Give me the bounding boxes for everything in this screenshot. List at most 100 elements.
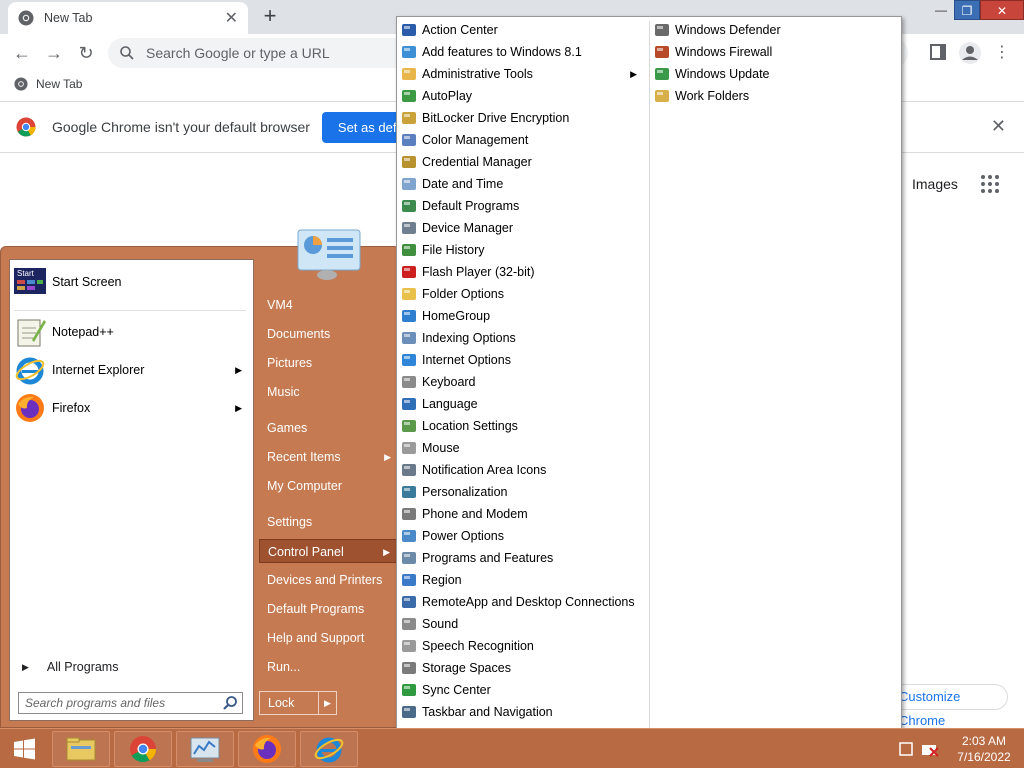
pinned-label: Firefox — [52, 401, 91, 415]
back-arrow-icon[interactable]: ← — [10, 41, 34, 65]
taskbar-clock[interactable]: 2:03 AM 7/16/2022 — [950, 733, 1018, 765]
cp-item[interactable]: Mouse — [401, 437, 645, 459]
side-panel-icon[interactable] — [930, 44, 946, 60]
search-icon[interactable] — [222, 695, 238, 711]
cp-item[interactable]: BitLocker Drive Encryption — [401, 107, 645, 129]
minimize-icon[interactable]: — — [928, 0, 954, 20]
cp-item-label: Programs and Features — [422, 551, 554, 565]
start-link-devices-printers[interactable]: Devices and Printers — [259, 568, 397, 592]
cp-item[interactable]: Device Manager — [401, 217, 645, 239]
cp-item[interactable]: Credential Manager — [401, 151, 645, 173]
cp-item[interactable]: Power Options — [401, 525, 645, 547]
cp-item[interactable]: HomeGroup — [401, 305, 645, 327]
system-tray-icons[interactable] — [898, 739, 942, 759]
start-link-label: VM4 — [267, 298, 293, 312]
reload-icon[interactable]: ↻ — [74, 41, 98, 65]
start-link-label: Run... — [267, 660, 301, 674]
taskbar-internet-explorer[interactable] — [300, 731, 358, 767]
ntp-images-link[interactable]: Images — [912, 176, 958, 192]
start-link-music[interactable]: Music — [259, 380, 397, 404]
cp-item[interactable]: Keyboard — [401, 371, 645, 393]
menu-kebab-icon[interactable]: ⋮ — [994, 42, 1010, 62]
cp-item[interactable]: Work Folders — [654, 85, 898, 107]
cp-item[interactable]: Color Management — [401, 129, 645, 151]
cp-item-label: Speech Recognition — [422, 639, 534, 653]
control-panel-applet-icon — [402, 244, 416, 256]
cp-item[interactable]: Indexing Options — [401, 327, 645, 349]
taskbar-chrome[interactable] — [114, 731, 172, 767]
cp-item[interactable]: Phone and Modem — [401, 503, 645, 525]
cp-item[interactable]: Windows Update — [654, 63, 898, 85]
cp-item[interactable]: Programs and Features — [401, 547, 645, 569]
cp-item[interactable]: Add features to Windows 8.1 — [401, 41, 645, 63]
start-link-default-programs[interactable]: Default Programs — [259, 597, 397, 621]
cp-item[interactable]: Sync Center — [401, 679, 645, 701]
taskbar-file-explorer[interactable] — [52, 731, 110, 767]
start-link-label: My Computer — [267, 479, 343, 493]
lock-button[interactable]: Lock ▶ — [259, 691, 337, 715]
control-panel-applet-icon — [655, 90, 669, 102]
ie-icon — [15, 357, 45, 385]
firefox-icon — [253, 735, 281, 763]
lock-label: Lock — [268, 696, 295, 710]
cp-item[interactable]: Windows Firewall — [654, 41, 898, 63]
start-link-run[interactable]: Run... — [259, 655, 397, 679]
cp-item[interactable]: Default Programs — [401, 195, 645, 217]
tab-close-icon[interactable]: ✕ — [225, 8, 238, 28]
cp-item[interactable]: Storage Spaces — [401, 657, 645, 679]
start-link-pictures[interactable]: Pictures — [259, 351, 397, 375]
cp-item[interactable]: Personalization — [401, 481, 645, 503]
cp-item[interactable]: Date and Time — [401, 173, 645, 195]
cp-item[interactable]: Internet Options — [401, 349, 645, 371]
start-link-control-panel[interactable]: Control Panel ▶ — [259, 539, 397, 563]
pinned-label: Start Screen — [52, 275, 122, 289]
start-link-games[interactable]: Games — [259, 416, 397, 440]
lock-options-arrow-icon[interactable]: ▶ — [318, 692, 336, 714]
tab-new-tab[interactable]: New Tab ✕ — [8, 2, 248, 34]
windows-start-icon[interactable] — [4, 731, 44, 767]
cp-item[interactable]: Speech Recognition — [401, 635, 645, 657]
pinned-internet-explorer[interactable]: Internet Explorer ▶ — [14, 352, 250, 388]
new-tab-button[interactable]: + — [258, 4, 282, 28]
cp-item[interactable]: Folder Options — [401, 283, 645, 305]
forward-arrow-icon[interactable]: → — [42, 41, 66, 65]
cp-item[interactable]: Taskbar and Navigation — [401, 701, 645, 723]
start-link-my-computer[interactable]: My Computer — [259, 474, 397, 498]
cp-item[interactable]: File History — [401, 239, 645, 261]
cp-item[interactable]: Action Center — [401, 19, 645, 41]
pinned-start-screen[interactable]: Start Start Screen — [14, 264, 250, 300]
all-programs-button[interactable]: ▶ All Programs — [14, 656, 250, 678]
bookmark-new-tab[interactable]: New Tab — [36, 77, 82, 91]
cp-item[interactable]: Notification Area Icons — [401, 459, 645, 481]
profile-avatar-icon[interactable] — [958, 41, 982, 65]
chrome-logo-icon — [14, 77, 28, 91]
infobar-close-icon[interactable]: ✕ — [991, 116, 1006, 137]
start-link-documents[interactable]: Documents — [259, 322, 397, 346]
taskbar-control-panel[interactable] — [176, 731, 234, 767]
start-link-help-support[interactable]: Help and Support — [259, 626, 397, 650]
pinned-firefox[interactable]: Firefox ▶ — [14, 390, 250, 426]
control-panel-applet-icon — [655, 46, 669, 58]
cp-item[interactable]: Administrative Tools ▶ — [401, 63, 645, 85]
cp-item[interactable]: AutoPlay — [401, 85, 645, 107]
start-link-recent-items[interactable]: Recent Items ▶ — [259, 445, 397, 469]
cp-item[interactable]: Sound — [401, 613, 645, 635]
start-link-label: Control Panel — [268, 545, 344, 559]
cp-item[interactable]: Flash Player (32-bit) — [401, 261, 645, 283]
cp-item[interactable]: Language — [401, 393, 645, 415]
start-link-settings[interactable]: Settings — [259, 510, 397, 534]
start-search-input[interactable]: Search programs and files — [18, 692, 243, 714]
cp-item-label: Administrative Tools — [422, 67, 533, 81]
start-link-vm4[interactable]: VM4 — [259, 293, 397, 317]
pinned-notepadpp[interactable]: Notepad++ — [14, 314, 250, 350]
maximize-icon[interactable]: ❐ — [954, 0, 980, 20]
taskbar-firefox[interactable] — [238, 731, 296, 767]
cp-item[interactable]: Windows Defender — [654, 19, 898, 41]
cp-item[interactable]: Region — [401, 569, 645, 591]
control-panel-applet-icon — [402, 574, 416, 586]
ie-icon — [314, 737, 344, 763]
apps-grid-icon[interactable] — [980, 174, 1000, 194]
cp-item[interactable]: Location Settings — [401, 415, 645, 437]
cp-item[interactable]: RemoteApp and Desktop Connections — [401, 591, 645, 613]
close-window-icon[interactable]: ✕ — [980, 0, 1024, 20]
